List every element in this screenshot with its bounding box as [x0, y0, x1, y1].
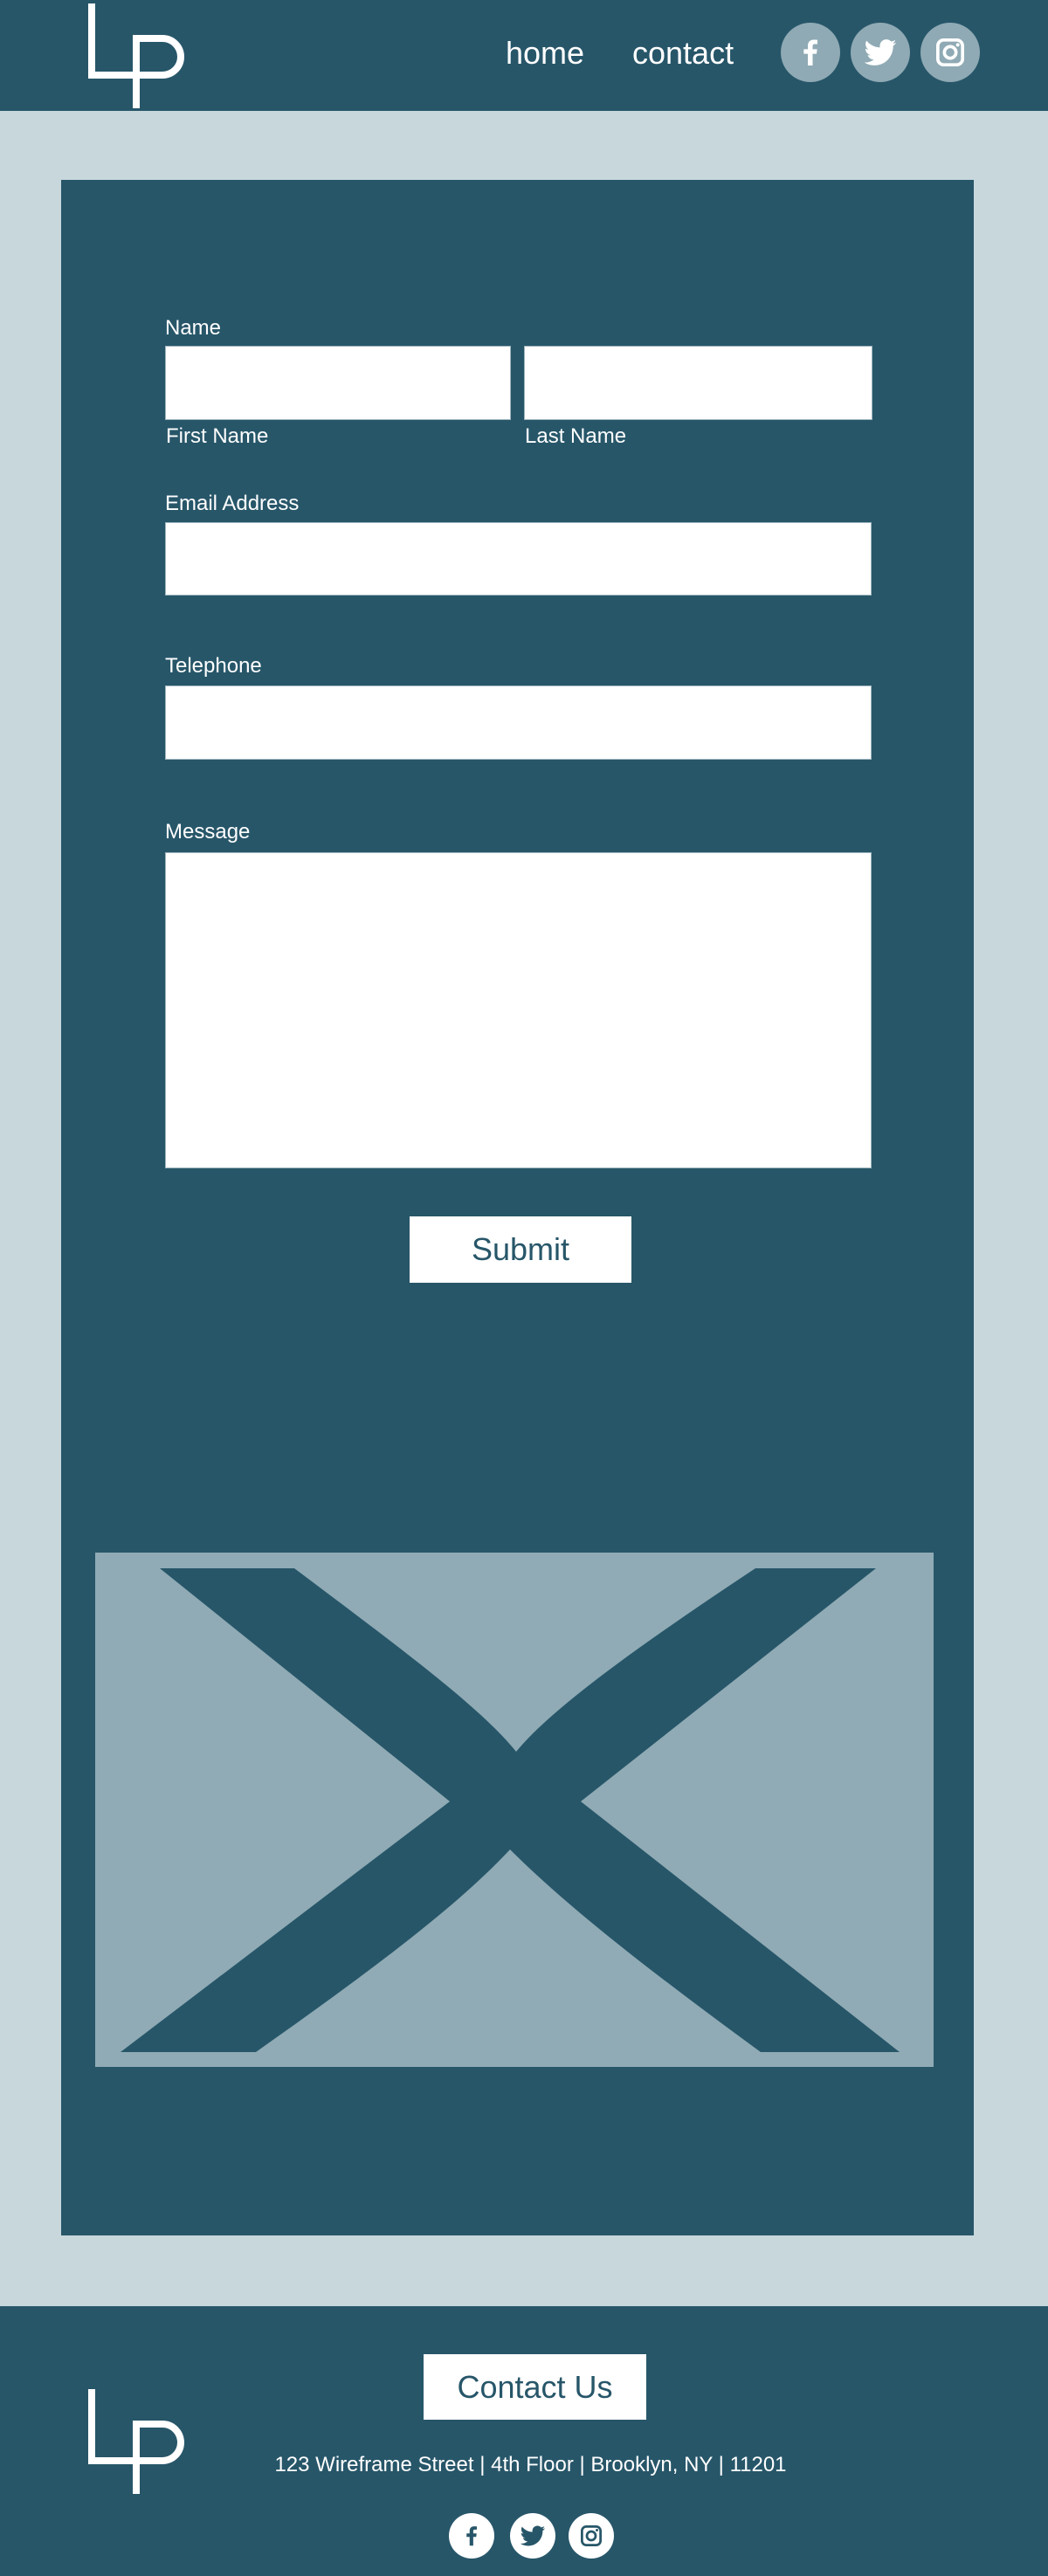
- message-textarea[interactable]: [165, 852, 872, 1168]
- telephone-input[interactable]: [165, 685, 872, 760]
- footer-address: 123 Wireframe Street | 4th Floor | Brook…: [274, 2453, 787, 2476]
- footer-facebook-icon[interactable]: [449, 2513, 494, 2559]
- instagram-icon[interactable]: [920, 23, 980, 82]
- lp-logo-icon: [88, 3, 184, 108]
- logo[interactable]: [87, 3, 192, 108]
- first-name-label: First Name: [166, 424, 269, 448]
- image-placeholder-x-icon: [121, 1568, 900, 2052]
- twitter-icon[interactable]: [851, 23, 910, 82]
- footer-instagram-icon[interactable]: [569, 2513, 614, 2559]
- name-label: Name: [165, 316, 222, 340]
- image-placeholder: [95, 1553, 934, 2067]
- last-name-input[interactable]: [524, 346, 872, 420]
- email-label: Email Address: [165, 492, 300, 515]
- last-name-label: Last Name: [525, 424, 627, 448]
- telephone-label: Telephone: [165, 654, 262, 678]
- first-name-input[interactable]: [165, 346, 511, 420]
- lp-logo-icon: [88, 2389, 184, 2494]
- footer-logo[interactable]: [87, 2389, 192, 2494]
- nav-home-link[interactable]: home: [506, 33, 584, 73]
- site-header: home contact: [0, 0, 1048, 111]
- message-label: Message: [165, 820, 251, 844]
- submit-button[interactable]: Submit: [410, 1216, 631, 1283]
- facebook-icon[interactable]: [781, 23, 840, 82]
- nav-contact-link[interactable]: contact: [632, 33, 734, 73]
- site-footer: Contact Us 123 Wireframe Street | 4th Fl…: [0, 2306, 1048, 2576]
- contact-us-button[interactable]: Contact Us: [424, 2354, 646, 2420]
- footer-twitter-icon[interactable]: [510, 2513, 555, 2559]
- email-input[interactable]: [165, 522, 872, 596]
